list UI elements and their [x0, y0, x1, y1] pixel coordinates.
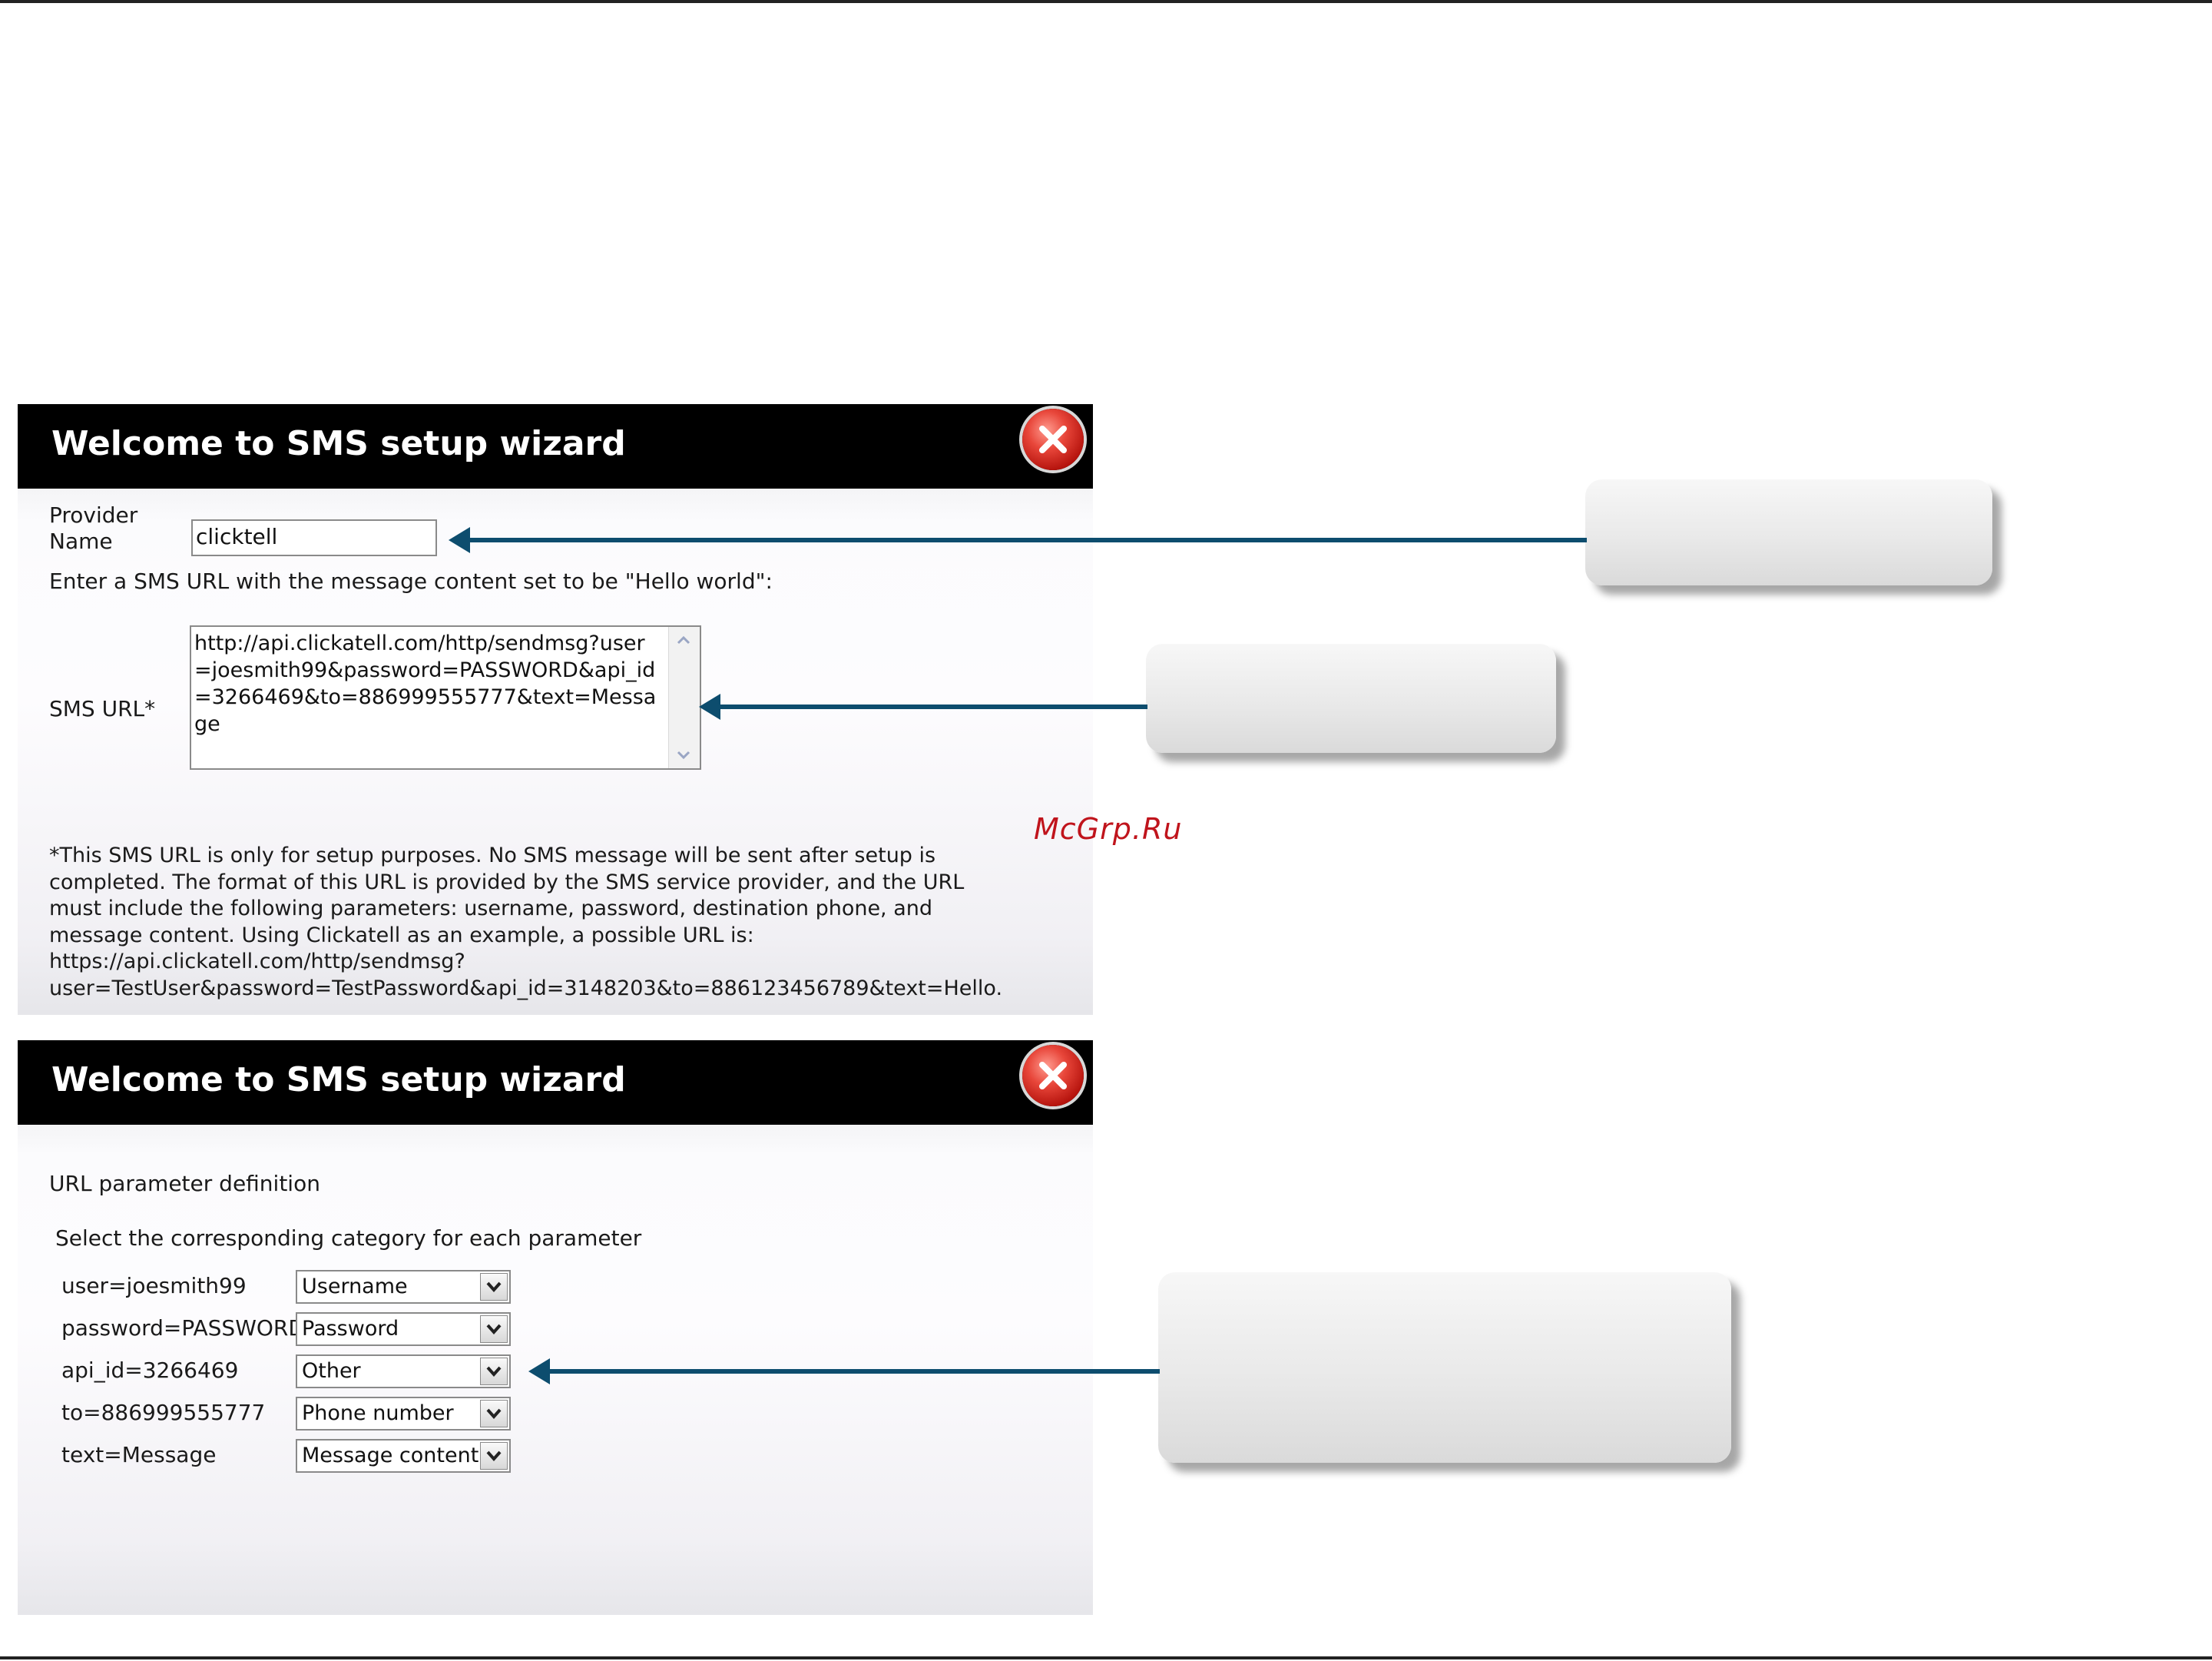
sms-url-label: SMS URL*	[49, 696, 156, 721]
footnote-line: *This SMS URL is only for setup purposes…	[49, 844, 936, 867]
callout-sms-url	[1146, 644, 1556, 753]
provider-name-label-line1: Provider	[49, 502, 138, 528]
dropdown-button[interactable]	[480, 1315, 508, 1343]
footnote-line: message content. Using Clickatell as an …	[49, 923, 754, 947]
sms-url-scrollbar[interactable]	[668, 627, 700, 768]
selected-category: Other	[302, 1359, 361, 1383]
sms-url-instruction: Enter a SMS URL with the message content…	[49, 569, 773, 594]
dropdown-button[interactable]	[480, 1442, 508, 1470]
sms-url-textarea[interactable]: http://api.clickatell.com/http/sendmsg?u…	[190, 625, 701, 770]
bottom-rule	[0, 1656, 2212, 1659]
param-name: text=Message	[61, 1442, 217, 1467]
close-button[interactable]	[1022, 1045, 1084, 1106]
top-rule	[0, 0, 2212, 3]
dialog-title: Welcome to SMS setup wizard	[51, 1060, 626, 1099]
footnote-line: user=TestUser&password=TestPassword&api_…	[49, 976, 1003, 1000]
selected-category: Password	[302, 1317, 399, 1341]
category-select-password[interactable]: Password	[296, 1312, 511, 1346]
scroll-up-icon[interactable]	[676, 633, 691, 648]
sms-url-footnote: *This SMS URL is only for setup purposes…	[49, 843, 1032, 1002]
param-name: to=886999555777	[61, 1400, 266, 1425]
footnote-line: completed. The format of this URL is pro…	[49, 870, 965, 894]
param-name: password=PASSWORD	[61, 1315, 305, 1341]
close-button[interactable]	[1022, 409, 1084, 470]
param-name: api_id=3266469	[61, 1358, 239, 1383]
param-name: user=joesmith99	[61, 1273, 247, 1298]
chevron-down-icon	[486, 1281, 502, 1293]
arrow-to-parameter-select	[528, 1358, 1160, 1384]
arrow-to-sms-url	[699, 694, 1147, 720]
chevron-down-icon	[486, 1408, 502, 1420]
close-icon	[1039, 1062, 1067, 1089]
dialog-title-bar: Welcome to SMS setup wizard	[18, 1040, 1093, 1125]
close-icon	[1039, 426, 1067, 453]
footnote-line: https://api.clickatell.com/http/sendmsg?	[49, 950, 465, 973]
category-select-message[interactable]: Message content	[296, 1439, 511, 1473]
selected-category: Username	[302, 1275, 408, 1298]
dialog-body: Provider Name clicktell Enter a SMS URL …	[18, 489, 1093, 1015]
dropdown-button[interactable]	[480, 1400, 508, 1427]
watermark: McGrp.Ru	[1034, 812, 1183, 846]
dropdown-button[interactable]	[480, 1358, 508, 1385]
dialog-title-bar: Welcome to SMS setup wizard	[18, 404, 1093, 489]
callout-parameter-category	[1158, 1272, 1731, 1463]
sms-url-text: http://api.clickatell.com/http/sendmsg?u…	[194, 632, 657, 736]
select-category-instruction: Select the corresponding category for ea…	[55, 1225, 642, 1251]
provider-name-label-line2: Name	[49, 529, 113, 554]
scroll-down-icon[interactable]	[676, 747, 691, 762]
sms-wizard-dialog-params: Welcome to SMS setup wizard URL paramete…	[18, 1040, 1093, 1615]
chevron-down-icon	[486, 1450, 502, 1462]
provider-name-input[interactable]: clicktell	[191, 519, 437, 556]
category-select-username[interactable]: Username	[296, 1270, 511, 1304]
callout-provider-name	[1585, 479, 1992, 585]
selected-category: Message content	[302, 1444, 479, 1467]
chevron-down-icon	[486, 1324, 502, 1335]
dropdown-button[interactable]	[480, 1273, 508, 1301]
category-select-api-id[interactable]: Other	[296, 1354, 511, 1388]
dialog-title: Welcome to SMS setup wizard	[51, 424, 626, 463]
category-select-phone[interactable]: Phone number	[296, 1397, 511, 1431]
url-parameter-definition-title: URL parameter definition	[49, 1171, 320, 1196]
arrow-to-provider-name	[449, 527, 1587, 553]
footnote-line: must include the following parameters: u…	[49, 897, 933, 920]
selected-category: Phone number	[302, 1401, 454, 1425]
chevron-down-icon	[486, 1366, 502, 1378]
